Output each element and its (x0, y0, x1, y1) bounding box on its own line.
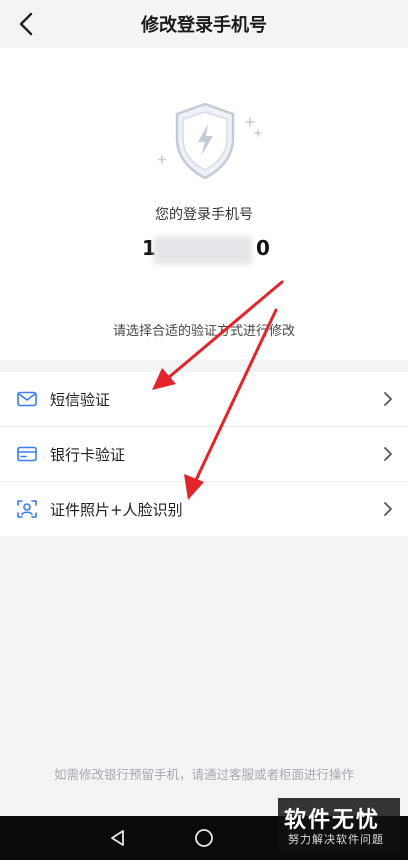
chevron-right-icon (382, 446, 394, 462)
verification-method-list: 短信验证 银行卡验证 证件照片+人脸识别 (0, 372, 408, 536)
method-sms[interactable]: 短信验证 (0, 372, 408, 427)
mail-icon (16, 388, 38, 410)
verification-hint: 请选择合适的验证方式进行修改 (112, 324, 295, 339)
face-scan-icon (16, 498, 38, 520)
account-card: 您的登录手机号 1 0 请选择合适的验证方式进行修改 (0, 48, 408, 360)
circle-home-icon (195, 829, 213, 847)
chevron-right-icon (382, 501, 394, 517)
footer-note: 如需修改银行预留手机，请通过客服或者柜面进行操作 (53, 767, 354, 782)
page-title: 修改登录手机号 (141, 15, 267, 36)
nav-back-button[interactable] (108, 828, 128, 852)
watermark-title: 软件无忧 (284, 808, 381, 833)
back-button[interactable] (10, 8, 42, 40)
phone-number-masked: 1 0 (142, 236, 272, 264)
chevron-left-icon (19, 12, 33, 36)
method-id-face[interactable]: 证件照片+人脸识别 (0, 482, 408, 536)
chevron-right-icon (382, 391, 394, 407)
phone-blur-mask (154, 236, 252, 264)
method-label: 证件照片+人脸识别 (50, 500, 183, 519)
watermark-logo: 软件无忧 努力解决软件问题 (278, 798, 400, 850)
phone-caption: 您的登录手机号 (155, 207, 253, 223)
method-label: 短信验证 (50, 390, 111, 409)
header-bar: 修改登录手机号 (0, 0, 408, 48)
watermark-subtitle: 努力解决软件问题 (288, 833, 384, 846)
method-label: 银行卡验证 (50, 445, 126, 464)
nav-home-button[interactable] (194, 828, 214, 852)
method-bank-card[interactable]: 银行卡验证 (0, 427, 408, 482)
shield-illustration (150, 98, 266, 188)
phone-digit-end: 0 (256, 236, 271, 260)
card-icon (16, 443, 38, 465)
triangle-back-icon (111, 830, 124, 846)
